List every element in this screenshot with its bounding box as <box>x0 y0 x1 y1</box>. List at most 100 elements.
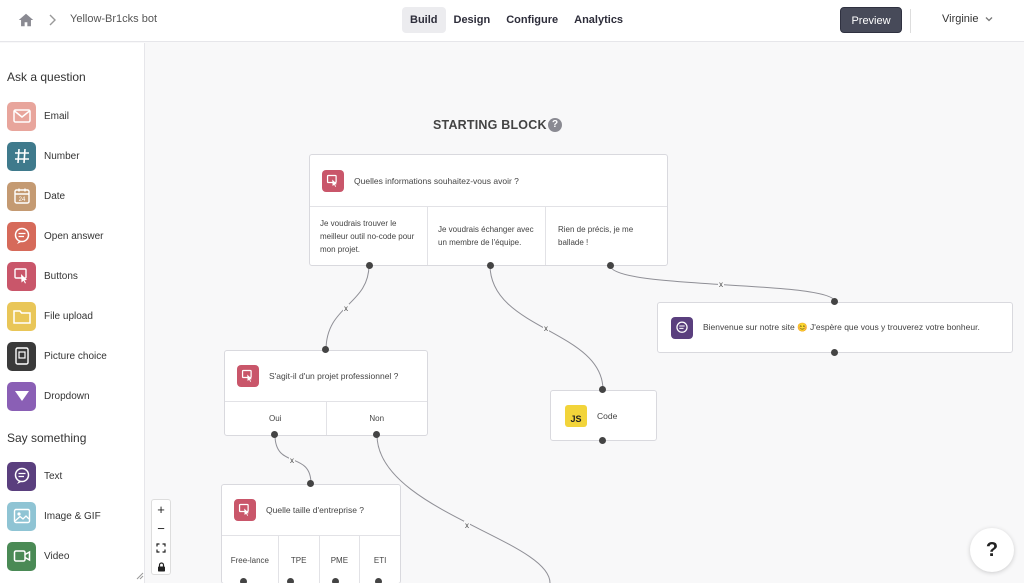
cursor-click-icon <box>237 365 259 387</box>
sidebar-item-email[interactable]: Email <box>7 101 137 131</box>
home-icon[interactable] <box>17 11 35 29</box>
input-handle[interactable] <box>307 480 314 487</box>
message-text: Bienvenue sur notre site 😊 J'espère que … <box>703 322 980 332</box>
sidebar-item-label: Dropdown <box>44 390 90 402</box>
sidebar-item-number[interactable]: Number <box>7 141 137 171</box>
zoom-in-button[interactable]: + <box>152 500 170 519</box>
speech-icon <box>7 221 36 251</box>
dropdown-icon <box>7 381 36 411</box>
lock-icon[interactable] <box>152 557 170 576</box>
input-handle[interactable] <box>322 346 329 353</box>
answer-option[interactable]: Je voudrais trouver le meilleur outil no… <box>310 207 428 265</box>
resize-handle-icon[interactable] <box>136 572 144 580</box>
tab-analytics[interactable]: Analytics <box>566 7 631 33</box>
folder-icon <box>7 301 36 331</box>
code-label: Code <box>597 410 618 421</box>
output-handle[interactable] <box>366 262 373 269</box>
cursor-click-icon <box>322 169 344 192</box>
email-icon <box>7 101 36 131</box>
sidebar-item-video[interactable]: Video <box>7 541 137 571</box>
delete-connection-icon[interactable]: x <box>543 324 549 333</box>
top-bar: Yellow-Br1cks bot Build Design Configure… <box>0 0 1024 42</box>
canvas[interactable] <box>146 43 147 44</box>
chevron-down-icon[interactable] <box>984 14 994 24</box>
sidebar: Ask a question Email Number 24 Date Open… <box>0 43 145 583</box>
input-handle[interactable] <box>599 386 606 393</box>
delete-connection-icon[interactable]: x <box>464 521 470 530</box>
block-question: Quelle taille d'entreprise ? <box>266 505 365 515</box>
answer-option[interactable]: Free-lance <box>222 536 279 583</box>
ask-question-title: Ask a question <box>7 70 86 84</box>
output-handle[interactable] <box>487 262 494 269</box>
chat-icon <box>7 461 36 491</box>
output-handle[interactable] <box>271 431 278 438</box>
picture-choice-icon <box>7 341 36 371</box>
sidebar-item-label: Open answer <box>44 230 104 242</box>
sidebar-item-label: Image & GIF <box>44 510 101 522</box>
javascript-icon: JS <box>565 404 587 427</box>
welcome-message-block[interactable]: Bienvenue sur notre site 😊 J'espère que … <box>657 302 1013 353</box>
block-question: S'agit-il d'un projet professionnel ? <box>269 371 399 381</box>
help-button[interactable]: ? <box>970 528 1014 572</box>
sidebar-item-dropdown[interactable]: Dropdown <box>7 381 137 411</box>
bot-name[interactable]: Yellow-Br1cks bot <box>70 13 157 25</box>
company-size-block[interactable]: Quelle taille d'entreprise ? Free-lance … <box>221 484 401 583</box>
sidebar-item-label: Date <box>44 190 66 202</box>
sidebar-item-label: Email <box>44 110 70 122</box>
output-handle[interactable] <box>831 349 838 356</box>
image-icon <box>7 501 36 531</box>
output-handle[interactable] <box>599 437 606 444</box>
answer-option[interactable]: Rien de précis, je me ballade ! <box>546 207 667 265</box>
cursor-click-icon <box>234 499 256 521</box>
sidebar-item-label: Buttons <box>44 270 78 282</box>
preview-button[interactable]: Preview <box>840 7 902 33</box>
output-handle[interactable] <box>373 431 380 438</box>
answer-option[interactable]: Je voudrais échanger avec un membre de l… <box>428 207 546 265</box>
cursor-click-icon <box>7 261 36 291</box>
sidebar-item-image-gif[interactable]: Image & GIF <box>7 501 137 531</box>
zoom-out-button[interactable]: − <box>152 519 170 538</box>
answer-option[interactable]: TPE <box>279 536 320 583</box>
sidebar-item-label: Picture choice <box>44 350 107 362</box>
answer-option[interactable]: PME <box>320 536 361 583</box>
zoom-controls: + − <box>151 499 171 575</box>
flow-connections <box>274 264 836 583</box>
tab-design[interactable]: Design <box>446 7 499 33</box>
main-nav: Build Design Configure Analytics <box>402 7 631 33</box>
code-block[interactable]: JS Code <box>550 390 657 441</box>
delete-connection-icon[interactable]: x <box>343 304 349 313</box>
say-something-title: Say something <box>7 431 87 445</box>
question-block[interactable]: S'agit-il d'un projet professionnel ? Ou… <box>224 350 428 436</box>
sidebar-item-file-upload[interactable]: File upload <box>7 301 137 331</box>
starting-block-title: STARTING BLOCK <box>433 118 547 132</box>
help-icon[interactable]: ? <box>548 118 562 132</box>
sidebar-item-picture-choice[interactable]: Picture choice <box>7 341 137 371</box>
output-handle[interactable] <box>240 578 247 583</box>
delete-connection-icon[interactable]: x <box>289 456 295 465</box>
fit-view-icon[interactable] <box>152 538 170 557</box>
divider <box>910 9 911 33</box>
block-question: Quelles informations souhaitez-vous avoi… <box>354 175 519 186</box>
output-handle[interactable] <box>375 578 382 583</box>
chevron-right-icon <box>49 14 56 26</box>
tab-configure[interactable]: Configure <box>498 7 566 33</box>
sidebar-item-buttons[interactable]: Buttons <box>7 261 137 291</box>
output-handle[interactable] <box>287 578 294 583</box>
output-handle[interactable] <box>332 578 339 583</box>
answer-option[interactable]: ETI <box>360 536 400 583</box>
output-handle[interactable] <box>607 262 614 269</box>
hash-icon <box>7 141 36 171</box>
starting-block[interactable]: Quelles informations souhaitez-vous avoi… <box>309 154 668 266</box>
tab-build[interactable]: Build <box>402 7 446 33</box>
calendar-icon: 24 <box>7 181 36 211</box>
sidebar-item-label: Text <box>44 470 63 482</box>
delete-connection-icon[interactable]: x <box>718 280 724 289</box>
sidebar-item-label: Number <box>44 150 80 162</box>
sidebar-item-open-answer[interactable]: Open answer <box>7 221 137 251</box>
user-menu[interactable]: Virginie <box>942 13 979 25</box>
input-handle[interactable] <box>831 298 838 305</box>
sidebar-item-text[interactable]: Text <box>7 461 137 491</box>
answer-option[interactable]: Oui <box>225 402 327 435</box>
chat-icon <box>671 316 693 339</box>
sidebar-item-date[interactable]: 24 Date <box>7 181 137 211</box>
